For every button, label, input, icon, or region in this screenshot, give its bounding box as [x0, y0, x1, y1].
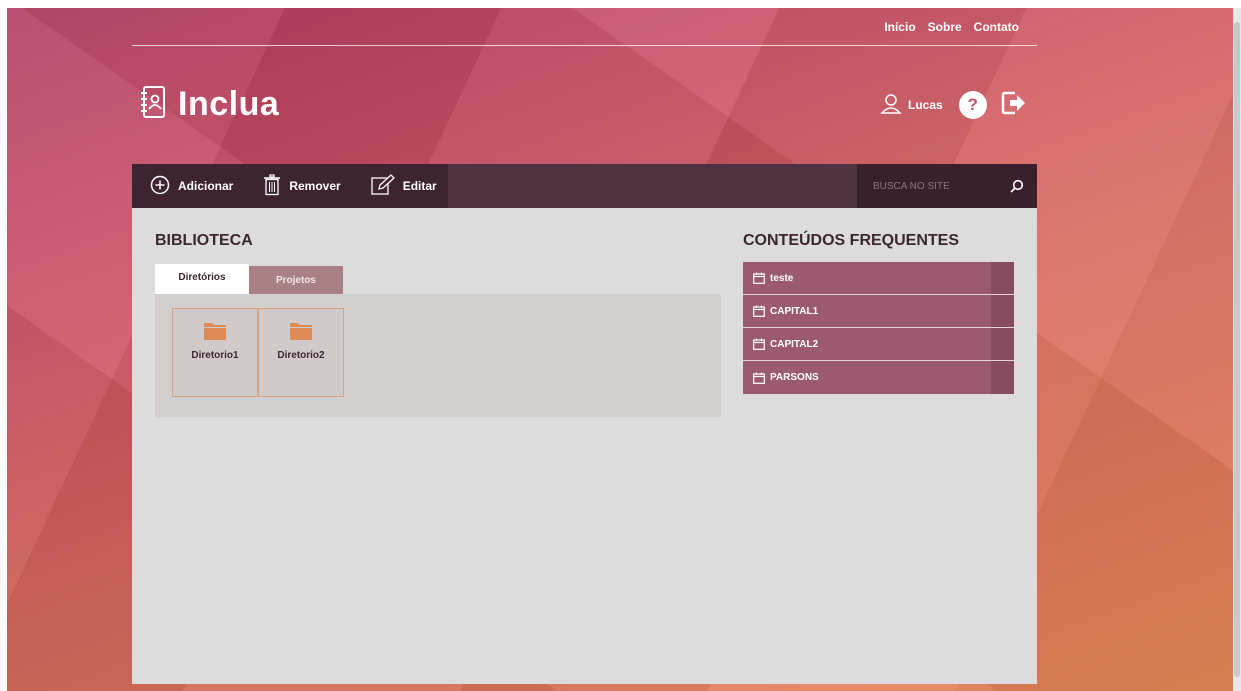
library-title: BIBLIOTECA [155, 232, 253, 249]
folder-icon [203, 321, 227, 346]
folder-label: Diretorio1 [191, 350, 239, 361]
calendar-icon [753, 338, 765, 350]
toolbar: Adicionar Remover Editar BUSCA NO SITE [132, 164, 1037, 208]
calendar-icon [753, 372, 765, 384]
brand-name: Inclua [178, 84, 280, 123]
frequent-item-capital2[interactable]: CAPITAL2 [743, 328, 1014, 361]
nav-link-inicio[interactable]: Início [884, 20, 915, 34]
help-button[interactable]: ? [958, 91, 987, 119]
calendar-icon [753, 305, 765, 317]
frequent-item-handle[interactable] [991, 262, 1014, 294]
frequent-item-parsons[interactable]: PARSONS [743, 361, 1014, 394]
main-panel: Adicionar Remover Editar BUSCA NO SITE B… [132, 164, 1037, 684]
trash-icon [263, 173, 281, 199]
top-navigation: Início Sobre Contato [132, 8, 1037, 46]
nav-link-sobre[interactable]: Sobre [928, 20, 962, 34]
frequent-item-handle[interactable] [991, 361, 1014, 394]
brand-logo[interactable]: Inclua [140, 82, 279, 126]
add-circle-icon [150, 175, 170, 198]
toolbar-actions: Adicionar Remover Editar [132, 164, 448, 208]
user-area: Lucas ? [880, 90, 1027, 120]
frequent-item-handle[interactable] [991, 328, 1014, 360]
add-button[interactable]: Adicionar [150, 175, 233, 198]
remove-button[interactable]: Remover [263, 173, 341, 199]
search-box [857, 164, 1037, 208]
page-scrollbar[interactable] [1233, 8, 1241, 691]
library-tabs: Diretórios Projetos [155, 264, 343, 294]
folder-label: Diretorio2 [277, 350, 325, 361]
nav-link-contato[interactable]: Contato [974, 20, 1019, 34]
frequent-item-label: CAPITAL1 [770, 305, 819, 317]
tab-projetos[interactable]: Projetos [249, 266, 343, 294]
calendar-icon [753, 272, 765, 284]
edit-button[interactable]: Editar [371, 173, 437, 199]
user-icon[interactable] [880, 92, 902, 119]
add-button-label: Adicionar [178, 179, 234, 193]
frequent-item-handle[interactable] [991, 295, 1014, 327]
frequent-list: teste CAPITAL1 CAPITAL2 PARSONS [743, 262, 1014, 394]
search-input[interactable] [857, 164, 997, 208]
frequent-item-capital1[interactable]: CAPITAL1 [743, 295, 1014, 328]
frequent-item-label: CAPITAL2 [770, 338, 819, 350]
edit-button-label: Editar [402, 179, 437, 193]
remove-button-label: Remover [289, 179, 341, 193]
scrollbar-thumb[interactable] [1234, 22, 1240, 677]
folder-item[interactable]: Diretorio2 [258, 308, 344, 397]
tab-diretorios[interactable]: Diretórios [155, 264, 249, 294]
folder-item[interactable]: Diretorio1 [172, 308, 258, 397]
frequent-title: CONTEÚDOS FREQUENTES [743, 232, 960, 249]
edit-icon [371, 173, 395, 199]
address-book-icon [140, 85, 166, 124]
folder-icon [289, 321, 313, 346]
tab-content: Diretorio1 Diretorio2 [155, 294, 721, 417]
search-icon[interactable] [997, 164, 1037, 208]
frequent-item-teste[interactable]: teste [743, 262, 1014, 295]
frequent-item-label: teste [770, 272, 794, 284]
logout-icon[interactable] [1001, 90, 1027, 121]
user-name[interactable]: Lucas [908, 98, 943, 112]
frequent-item-label: PARSONS [770, 372, 819, 383]
